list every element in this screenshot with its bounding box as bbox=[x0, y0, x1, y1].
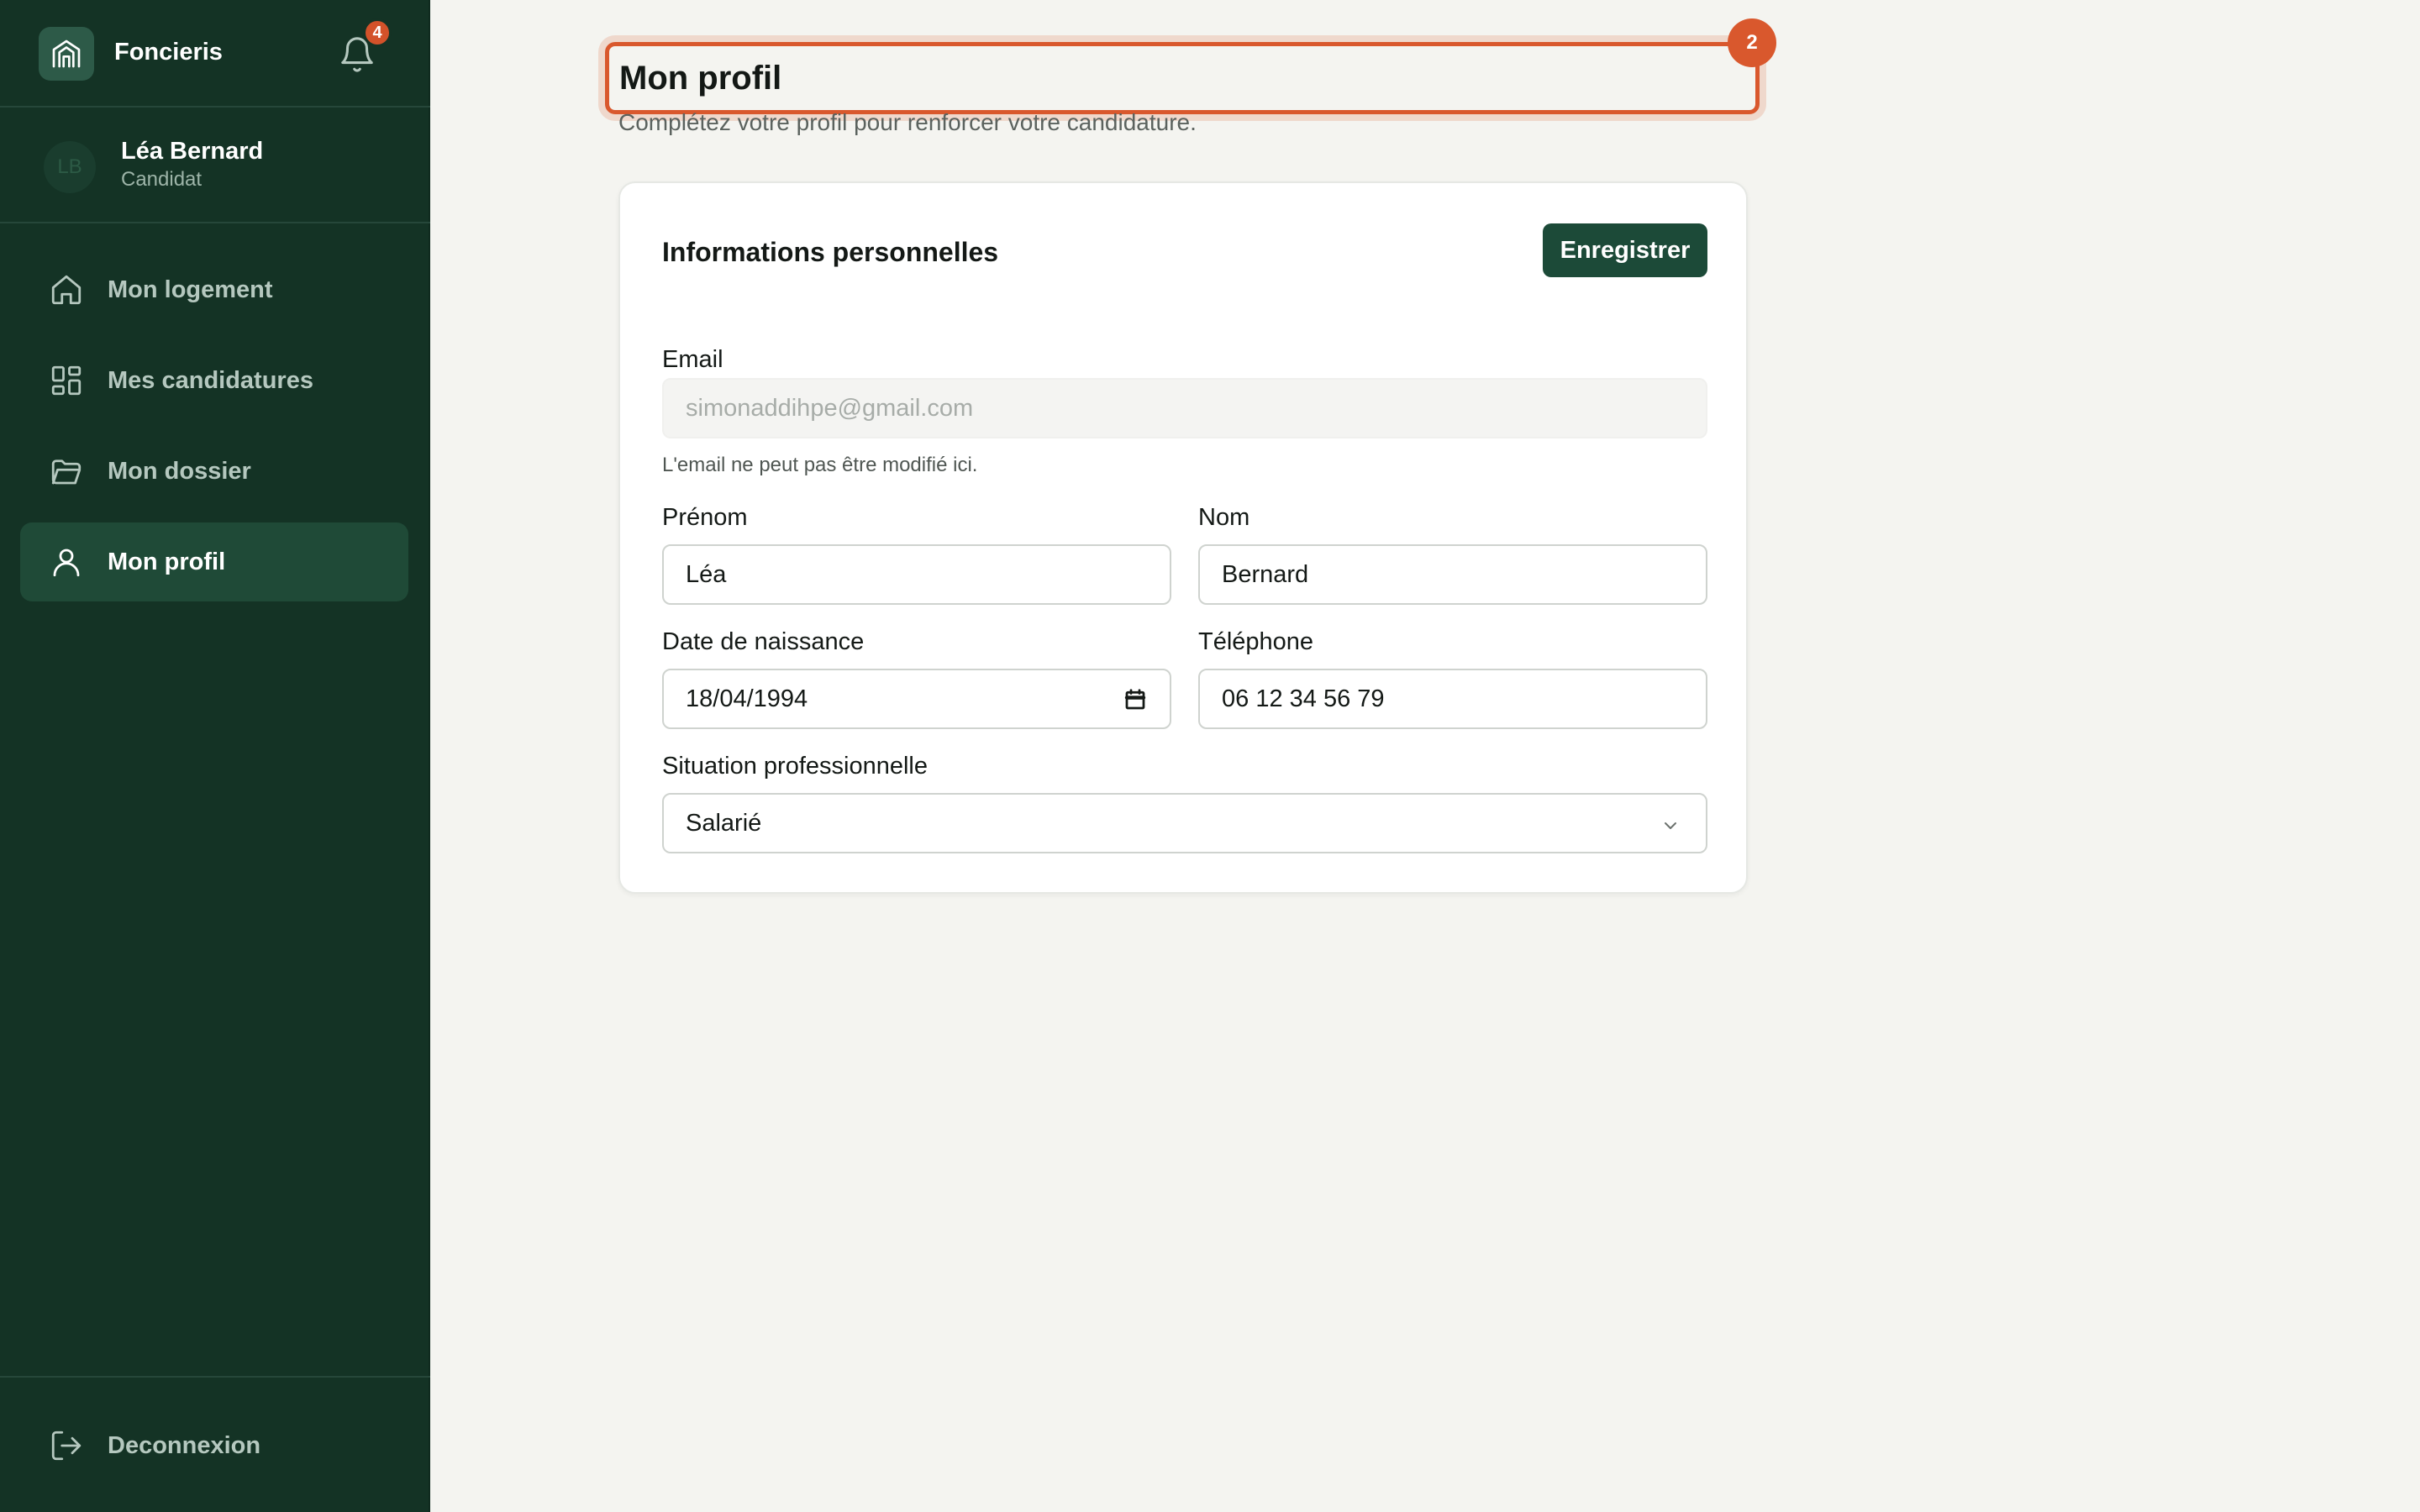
personal-info-card: Informations personnelles Enregistrer Em… bbox=[618, 181, 1748, 894]
page-title: Mon profil bbox=[619, 60, 782, 97]
email-label: Email bbox=[662, 346, 723, 373]
avatar: LB bbox=[44, 141, 96, 193]
sidebar-item-label: Mon profil bbox=[108, 548, 226, 575]
sidebar-item-label: Mes candidatures bbox=[108, 366, 313, 394]
page-title-highlight: Mon profil bbox=[605, 42, 1760, 114]
grid-icon bbox=[49, 363, 84, 398]
sidebar-item-mes-candidatures[interactable]: Mes candidatures bbox=[20, 341, 408, 420]
birth-date-value: 18/04/1994 bbox=[686, 685, 808, 712]
brand-header: Foncieris 4 bbox=[0, 0, 430, 108]
sidebar-item-label: Mon logement bbox=[108, 276, 273, 303]
job-status-value: Salarié bbox=[686, 809, 762, 837]
card-title: Informations personnelles bbox=[662, 237, 999, 267]
user-icon bbox=[49, 544, 84, 580]
phone-label: Téléphone bbox=[1198, 628, 1314, 655]
building-logo-icon[interactable] bbox=[39, 27, 94, 81]
email-hint: L'email ne peut pas être modifié ici. bbox=[662, 454, 978, 476]
chevron-down-icon bbox=[1660, 815, 1681, 835]
notification-badge: 4 bbox=[363, 18, 392, 47]
logout-label: Deconnexion bbox=[108, 1431, 261, 1459]
page-subtitle: Complétez votre profil pour renforcer vo… bbox=[618, 109, 1197, 135]
birth-date-label: Date de naissance bbox=[662, 628, 865, 655]
brand-name: Foncieris bbox=[114, 39, 223, 66]
sidebar: Foncieris 4 LB Léa Bernard Candidat Mon … bbox=[0, 0, 430, 1512]
last-name-field[interactable]: Bernard bbox=[1198, 544, 1707, 605]
sidebar-footer: Deconnexion bbox=[0, 1376, 430, 1512]
sidebar-item-label: Mon dossier bbox=[108, 457, 251, 485]
folder-icon bbox=[49, 454, 84, 489]
logout-icon bbox=[49, 1428, 84, 1463]
sidebar-item-mon-logement[interactable]: Mon logement bbox=[20, 250, 408, 329]
first-name-field[interactable]: Léa bbox=[662, 544, 1171, 605]
calendar-icon[interactable] bbox=[1123, 687, 1148, 712]
email-field[interactable]: simonaddihpe@gmail.com bbox=[662, 378, 1707, 438]
last-name-label: Nom bbox=[1198, 504, 1250, 531]
sidebar-item-mon-profil[interactable]: Mon profil bbox=[20, 522, 408, 601]
job-status-select[interactable]: Salarié bbox=[662, 793, 1707, 853]
home-icon bbox=[49, 272, 84, 307]
birth-date-field[interactable]: 18/04/1994 bbox=[662, 669, 1171, 729]
user-role: Candidat bbox=[121, 168, 203, 191]
user-name: Léa Bernard bbox=[121, 138, 264, 165]
logout-button[interactable]: Deconnexion bbox=[20, 1406, 408, 1485]
phone-field[interactable]: 06 12 34 56 79 bbox=[1198, 669, 1707, 729]
save-button[interactable]: Enregistrer bbox=[1543, 223, 1707, 277]
user-card: LB Léa Bernard Candidat bbox=[0, 108, 430, 223]
sidebar-item-mon-dossier[interactable]: Mon dossier bbox=[20, 432, 408, 511]
step-badge: 2 bbox=[1728, 18, 1776, 67]
job-status-label: Situation professionnelle bbox=[662, 753, 928, 780]
first-name-label: Prénom bbox=[662, 504, 748, 531]
